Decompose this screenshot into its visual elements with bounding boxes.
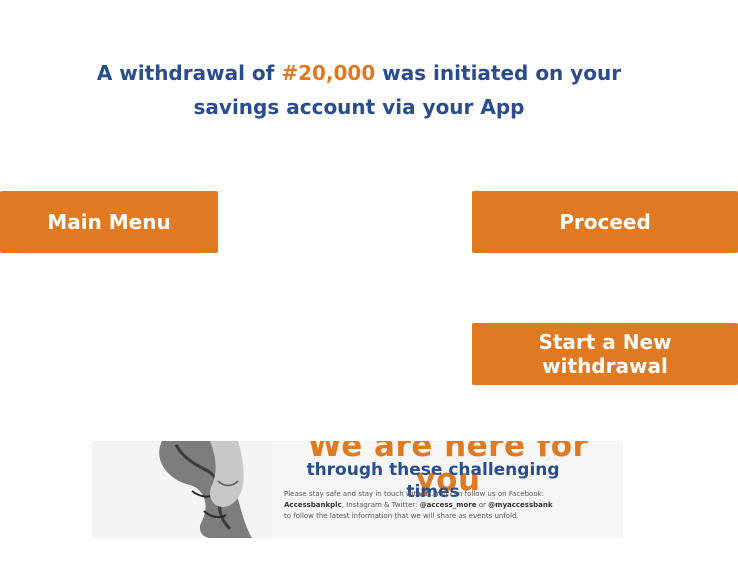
banner-or-text: or [476,501,489,509]
banner-handle-1: @access_more [419,501,477,509]
banner-handle-2: @myaccessbank [488,501,553,509]
banner-line-2: , Instagram & Twitter: [341,501,420,509]
banner-body-text: Please stay safe and stay in touch with … [284,489,604,522]
main-menu-button[interactable]: Main Menu [0,191,218,253]
banner-line-1: Please stay safe and stay in touch with … [284,490,545,498]
withdrawal-amount: #20,000 [281,61,376,85]
holding-hands-image [92,441,272,538]
new-withdrawal-button[interactable]: Start a New withdrawal [472,323,738,385]
banner-line-3: to follow the latest information that we… [284,512,519,520]
proceed-button[interactable]: Proceed [472,191,738,253]
withdrawal-message: A withdrawal of #20,000 was initiated on… [60,56,658,124]
banner-facebook-handle: Accessbankplc [284,501,342,509]
promo-banner: We are here for you through these challe… [92,441,623,538]
message-prefix: A withdrawal of [96,61,282,85]
